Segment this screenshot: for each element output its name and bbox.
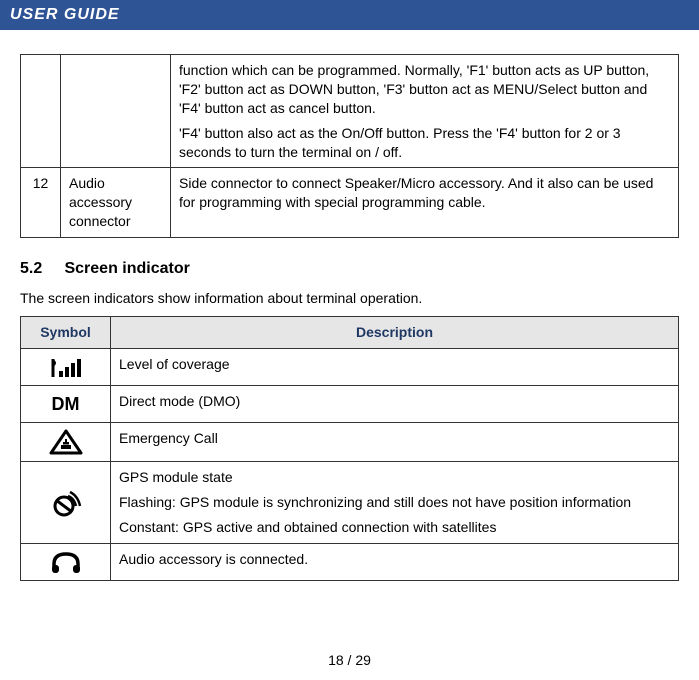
symbol-cell [21,462,111,544]
desc-para1: Level of coverage [119,355,670,374]
desc-para3: Constant: GPS active and obtained connec… [119,518,670,537]
page-number: 18 / 29 [0,652,699,668]
desc-para2: 'F4' button also act as the On/Off butto… [179,124,670,162]
col-symbol-header: Symbol [21,317,111,349]
row-number [21,55,61,168]
desc-para1: function which can be programmed. Normal… [179,61,670,118]
table-header-row: Symbol Description [21,317,679,349]
row-number: 12 [21,168,61,238]
features-table: function which can be programmed. Normal… [20,54,679,238]
symbol-cell [21,543,111,580]
headphone-icon [50,550,82,574]
desc-cell: Audio accessory is connected. [111,543,679,580]
desc-para2: Flashing: GPS module is synchronizing an… [119,493,670,512]
desc-cell: Level of coverage [111,349,679,386]
table-row: GPS module state Flashing: GPS module is… [21,462,679,544]
desc-para1: Audio accessory is connected. [119,550,670,569]
page-current: 18 [328,652,344,668]
desc-para1: Emergency Call [119,429,670,448]
table-row: Level of coverage [21,349,679,386]
emergency-icon [49,429,83,455]
row-description: Side connector to connect Speaker/Micro … [171,168,679,238]
page-sep: / [344,652,356,668]
symbol-cell [21,423,111,462]
desc-para1: Side connector to connect Speaker/Micro … [179,174,670,212]
desc-cell: Direct mode (DMO) [111,386,679,423]
section-heading: 5.2 Screen indicator [20,260,679,278]
indicators-table: Symbol Description Level of coverage [20,316,679,581]
page-content: function which can be programmed. Normal… [0,30,699,581]
desc-para1: Direct mode (DMO) [119,392,670,411]
header-banner: USER GUIDE [0,0,699,30]
dm-icon: DM [52,394,80,414]
symbol-cell: DM [21,386,111,423]
desc-para1: GPS module state [119,468,670,487]
section-intro: The screen indicators show information a… [20,290,679,306]
row-name [61,55,171,168]
signal-icon [49,355,83,379]
table-row: Emergency Call [21,423,679,462]
header-title: USER GUIDE [10,6,120,23]
desc-cell: GPS module state Flashing: GPS module is… [111,462,679,544]
table-row: DM Direct mode (DMO) [21,386,679,423]
table-row: function which can be programmed. Normal… [21,55,679,168]
section-number: 5.2 [20,260,42,277]
table-row: Audio accessory is connected. [21,543,679,580]
section-title: Screen indicator [64,260,189,277]
row-description: function which can be programmed. Normal… [171,55,679,168]
col-description-header: Description [111,317,679,349]
table-row: 12 Audio accessory connector Side connec… [21,168,679,238]
symbol-cell [21,349,111,386]
desc-cell: Emergency Call [111,423,679,462]
gps-icon [48,486,84,520]
page-total: 29 [355,652,371,668]
row-name: Audio accessory connector [61,168,171,238]
